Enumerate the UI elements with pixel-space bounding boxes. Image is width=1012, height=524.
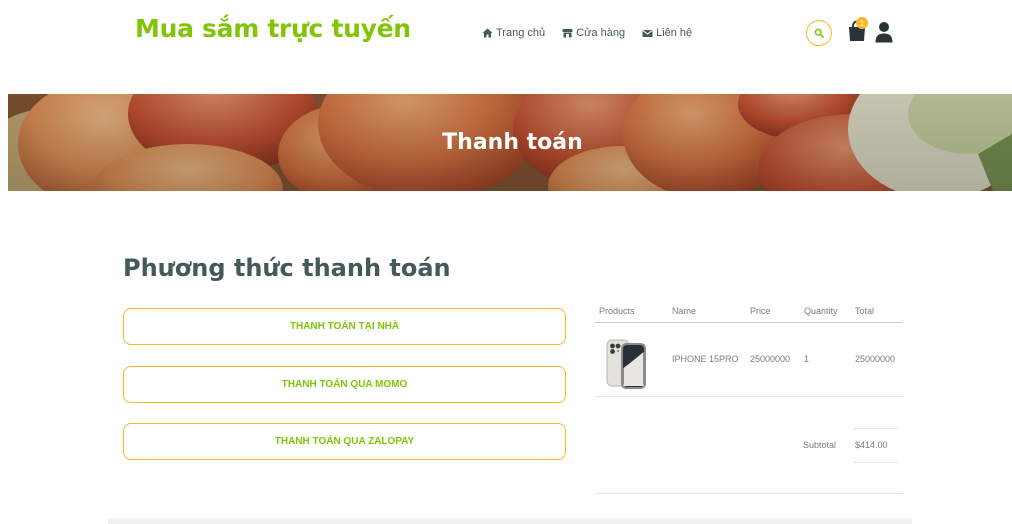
col-total: Total	[855, 306, 875, 316]
pay-via-momo-button[interactable]: THANH TOÁN QUA MOMO	[123, 366, 566, 403]
page-title: Thanh toán	[442, 130, 583, 155]
col-name: Name	[672, 306, 697, 316]
order-table-header: Products Name Price Quantity Total	[595, 305, 903, 323]
product-image-iphone	[606, 339, 646, 389]
envelope-icon	[642, 29, 653, 37]
col-products: Products	[599, 306, 635, 316]
subtotal-divider-bottom	[853, 462, 898, 463]
subtotal-divider-top	[853, 428, 898, 429]
pay-via-zalopay-button[interactable]: THANH TOÁN QUA ZALOPAY	[123, 423, 566, 460]
payment-methods-heading: Phương thức thanh toán	[123, 254, 451, 282]
col-quantity: Quantity	[804, 306, 838, 316]
nav-store-label: Cửa hàng	[576, 27, 626, 39]
nav-contact[interactable]: Liên hệ	[642, 27, 692, 39]
user-icon[interactable]	[875, 21, 893, 43]
store-icon	[562, 29, 573, 38]
subtotal-value: $414.00	[855, 440, 888, 450]
subtotal-label: Subtotal	[803, 440, 837, 450]
row-quantity: 1	[804, 354, 810, 364]
site-logo[interactable]: Mua sắm trực tuyến	[135, 14, 411, 43]
col-price: Price	[750, 306, 771, 316]
nav-home[interactable]: Trang chủ	[482, 27, 545, 39]
row-total: 25000000	[855, 354, 896, 364]
row-divider	[595, 396, 903, 397]
cart-count-badge: 1	[856, 17, 868, 29]
search-button[interactable]	[806, 20, 832, 46]
pay-at-home-button[interactable]: THANH TOÁN TẠI NHÀ	[123, 308, 566, 345]
main-nav: Trang chủ Cửa hàng Liên hệ	[482, 27, 692, 39]
search-icon	[814, 28, 824, 38]
nav-store[interactable]: Cửa hàng	[562, 27, 625, 39]
row-name: IPHONE 15PRO	[672, 354, 739, 364]
page-hero-banner: Thanh toán	[8, 94, 1012, 191]
home-icon	[482, 28, 493, 38]
table-bottom-divider	[595, 493, 903, 494]
nav-contact-label: Liên hệ	[656, 27, 693, 39]
row-price: 25000000	[750, 354, 791, 364]
nav-home-label: Trang chủ	[496, 27, 546, 39]
footer-edge	[108, 518, 912, 524]
